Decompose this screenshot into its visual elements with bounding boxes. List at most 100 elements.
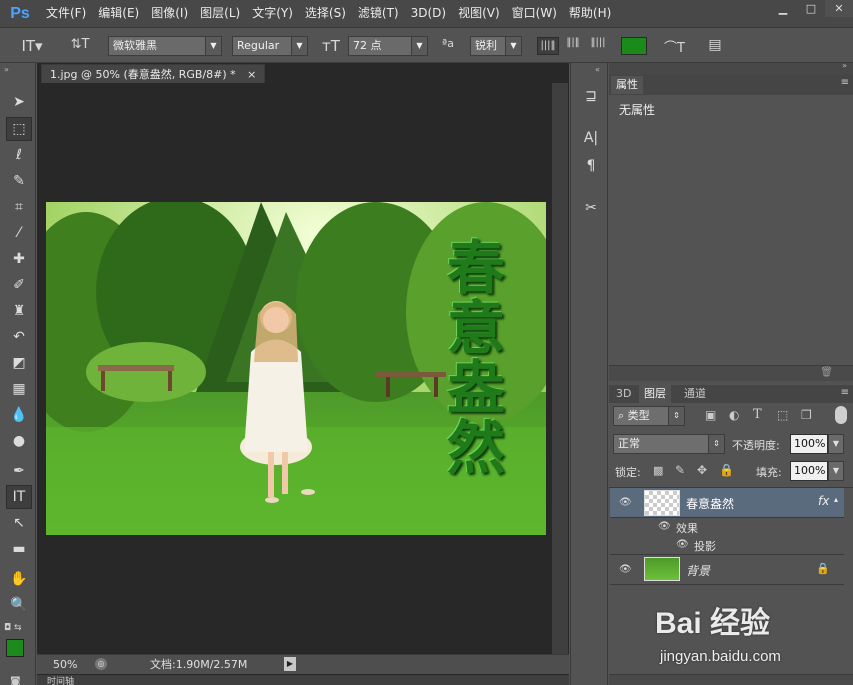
paragraph-icon[interactable]: ¶ [580, 155, 602, 177]
hand-tool-icon[interactable]: ✋ [6, 567, 32, 591]
menu-file[interactable]: 文件(F) [40, 0, 92, 27]
layer-row-background[interactable]: 👁 背景 🔒 [610, 555, 844, 585]
align-right-icon[interactable]: ‖||| [587, 37, 609, 48]
text-color-swatch[interactable] [621, 37, 647, 55]
close-tab-icon[interactable]: × [247, 68, 256, 81]
opacity-input[interactable]: 100% [790, 434, 828, 454]
menu-select[interactable]: 选择(S) [299, 0, 352, 27]
foreground-color-swatch[interactable] [6, 639, 24, 657]
lock-paint-icon[interactable]: ✎ [675, 463, 685, 477]
rectangle-tool-icon[interactable]: ▬ [6, 537, 32, 561]
menu-layer[interactable]: 图层(L) [194, 0, 246, 27]
font-family-select[interactable]: 微软雅黑 ▼ [108, 36, 222, 56]
healing-brush-tool-icon[interactable]: ✚ [6, 247, 32, 271]
collapse-panel-icon[interactable]: » [842, 61, 847, 70]
vertical-scrollbar[interactable] [552, 83, 568, 654]
tab-layers[interactable]: 图层 [639, 385, 671, 403]
align-center-icon[interactable]: ‖|‖ [562, 37, 584, 48]
pen-tool-icon[interactable]: ✒ [6, 459, 32, 483]
timeline-tab[interactable]: 时间轴 [47, 674, 74, 685]
lock-transparent-icon[interactable]: ▩ [653, 464, 663, 477]
menu-edit[interactable]: 编辑(E) [92, 0, 145, 27]
collapse-icon[interactable]: » [4, 65, 9, 74]
layer-effect-drop-shadow[interactable]: 👁 投影 [610, 536, 844, 555]
antialias-select[interactable]: 锐利 ▼ [470, 36, 522, 56]
menu-view[interactable]: 视图(V) [452, 0, 506, 27]
fill-dropdown-icon[interactable]: ▼ [828, 461, 844, 481]
menu-window[interactable]: 窗口(W) [506, 0, 563, 27]
move-tool-icon[interactable]: ➤ [6, 90, 32, 114]
clone-stamp-tool-icon[interactable]: ♜ [6, 299, 32, 323]
layer-effects-row[interactable]: 👁 效果 [610, 518, 844, 536]
panel-menu-icon[interactable]: ≡ [841, 77, 849, 88]
fill-input[interactable]: 100% [790, 461, 828, 481]
eye-icon[interactable]: 👁 [676, 539, 689, 550]
zoom-level[interactable]: 50% [53, 655, 77, 674]
tab-channels[interactable]: 通道 [679, 385, 711, 403]
default-colors-icon[interactable]: ◘ ⇆ [4, 623, 22, 633]
expand-dock-icon[interactable]: « [595, 65, 600, 74]
dodge-tool-icon[interactable]: ● [6, 429, 32, 453]
menu-image[interactable]: 图像(I) [145, 0, 194, 27]
lasso-tool-icon[interactable]: ℓ [6, 143, 32, 167]
expand-effects-icon[interactable]: ▴ [834, 495, 838, 504]
align-left-icon[interactable]: |||‖ [537, 37, 559, 55]
minimize-button[interactable]: ▁ [769, 0, 797, 17]
filter-adjustment-icon[interactable]: ◐ [729, 408, 739, 422]
menu-3d[interactable]: 3D(D) [405, 0, 452, 27]
lock-move-icon[interactable]: ✥ [697, 463, 707, 477]
blend-mode-select[interactable]: 正常 ⇕ [613, 434, 725, 454]
path-selection-tool-icon[interactable]: ↖ [6, 511, 32, 535]
character-icon[interactable]: A| [580, 127, 602, 149]
lock-all-icon[interactable]: 🔒 [719, 463, 734, 477]
layer-row-text[interactable]: 👁 春意盎然 fx ▴ [610, 488, 844, 518]
status-menu-arrow-icon[interactable]: ▶ [284, 657, 296, 671]
image-canvas[interactable]: 春 意 盎 然 [46, 202, 546, 535]
gradient-tool-icon[interactable]: ▦ [6, 377, 32, 401]
marquee-tool-icon[interactable]: ⬚ [6, 117, 32, 141]
opacity-dropdown-icon[interactable]: ▼ [828, 434, 844, 454]
status-info-icon[interactable]: ◎ [95, 658, 107, 670]
eyedropper-tool-icon[interactable]: ⁄ [6, 221, 32, 245]
panel-menu-icon[interactable]: ≡ [841, 387, 849, 398]
type-tool-preset-icon[interactable]: IT▾ [18, 37, 46, 55]
filter-pixel-icon[interactable]: ▣ [705, 408, 716, 422]
menu-type[interactable]: 文字(Y) [246, 0, 299, 27]
history-panel-icon[interactable]: ⊒ [580, 85, 602, 107]
toggle-orientation-icon[interactable]: ⇅T [70, 37, 90, 52]
eye-icon[interactable]: 👁 [658, 521, 671, 532]
tool-presets-icon[interactable]: ✂ [580, 197, 602, 219]
history-brush-tool-icon[interactable]: ↶ [6, 325, 32, 349]
filter-type-icon[interactable]: T [753, 407, 762, 422]
layer-thumbnail-photo [644, 557, 680, 581]
quick-selection-tool-icon[interactable]: ✎ [6, 169, 32, 193]
filter-smart-object-icon[interactable]: ❐ [801, 408, 812, 422]
font-size-select[interactable]: 72 点 ▼ [348, 36, 428, 56]
filter-shape-icon[interactable]: ⬚ [777, 408, 788, 422]
eye-icon[interactable]: 👁 [619, 497, 632, 508]
menu-filter[interactable]: 滤镜(T) [352, 0, 405, 27]
eraser-tool-icon[interactable]: ◩ [6, 351, 32, 375]
layer-filter-select[interactable]: ⌕ 类型 ⇕ [613, 406, 685, 426]
maximize-button[interactable]: □ [797, 0, 825, 17]
brush-tool-icon[interactable]: ✐ [6, 273, 32, 297]
type-tool-icon[interactable]: IT [6, 485, 32, 509]
zoom-tool-icon[interactable]: 🔍 [6, 593, 32, 617]
document-tab[interactable]: 1.jpg @ 50% (春意盎然, RGB/8#) * × [41, 64, 266, 83]
trash-icon[interactable]: 🗑 [820, 367, 833, 378]
fx-icon[interactable]: fx [818, 494, 829, 508]
menu-help[interactable]: 帮助(H) [563, 0, 617, 27]
eye-icon[interactable]: 👁 [619, 564, 632, 575]
font-style-select[interactable]: Regular ▼ [232, 36, 308, 56]
app-logo[interactable]: Ps [0, 0, 40, 27]
tab-properties[interactable]: 属性 [611, 76, 643, 94]
crop-tool-icon[interactable]: ⌗ [6, 195, 32, 219]
blur-tool-icon[interactable]: 💧 [6, 403, 32, 427]
quick-mask-icon[interactable]: ◙ [10, 675, 21, 685]
close-window-button[interactable]: ✕ [825, 0, 853, 17]
drop-shadow-label: 投影 [694, 540, 716, 553]
warp-text-icon[interactable]: ⌒T [664, 37, 685, 56]
filter-toggle[interactable] [835, 406, 847, 424]
tab-3d[interactable]: 3D [611, 385, 636, 403]
character-panel-icon[interactable]: ▤ [704, 37, 726, 53]
